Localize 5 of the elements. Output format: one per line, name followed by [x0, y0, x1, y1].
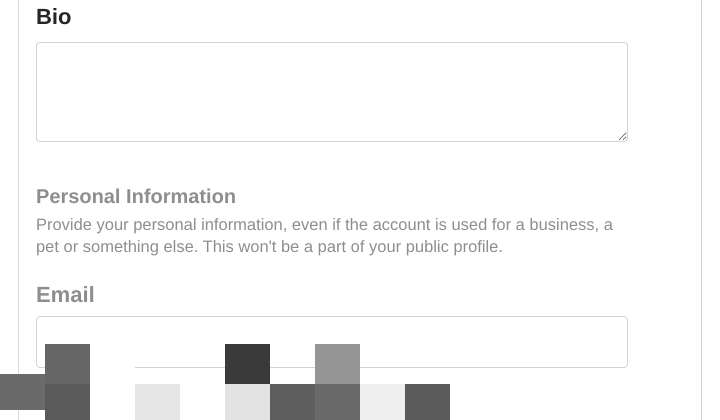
- bio-field[interactable]: [36, 42, 628, 142]
- section-heading: Personal Information: [36, 185, 238, 210]
- email-label: Email: [36, 282, 96, 308]
- section-description: Provide your personal information, even if the account is used for a business, a pet or something else. This won't be a part of your public profile.: [36, 215, 614, 258]
- bio-label: Bio: [36, 4, 72, 30]
